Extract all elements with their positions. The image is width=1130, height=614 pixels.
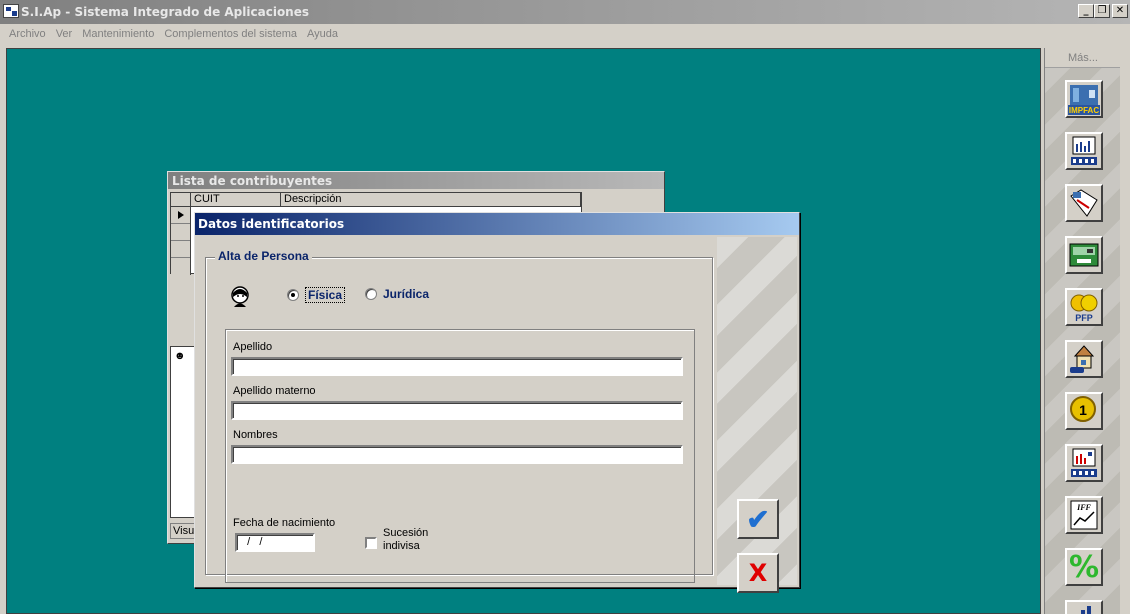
checkmark-icon: ✔ (746, 503, 770, 535)
window-controls: _ ❐ ✕ (1078, 4, 1128, 18)
row-indicator-current[interactable] (171, 207, 190, 224)
datos-identificatorios-dialog: Datos identificatorios Alta de Persona F… (194, 212, 800, 593)
row-indicator (171, 207, 191, 275)
app-title: S.I.Ap - Sistema Integrado de Aplicacion… (21, 5, 310, 19)
sucesion-indivisa-checkbox[interactable] (365, 537, 377, 549)
sucesion-label-1: Sucesión (383, 527, 429, 539)
minimize-button[interactable]: _ (1078, 4, 1094, 18)
svg-text:1: 1 (1079, 402, 1087, 418)
close-button[interactable]: ✕ (1112, 4, 1128, 18)
coin-icon: 1 (1067, 394, 1101, 428)
person-tree-icon: ☻ (174, 350, 186, 362)
cash-register-icon (1067, 238, 1101, 272)
row-indicator-3[interactable] (171, 241, 190, 258)
coin-button[interactable]: 1 (1065, 392, 1103, 430)
radio-fisica[interactable]: Física (287, 287, 346, 303)
pfp-label: PFP (1075, 313, 1093, 323)
grid-corner (171, 193, 191, 207)
fecha-nacimiento-input[interactable]: / / (235, 533, 315, 552)
row-indicator-2[interactable] (171, 224, 190, 241)
house-car-icon (1067, 342, 1101, 376)
impfac-label: IMPFAC (1069, 106, 1099, 115)
dialog-body: Alta de Persona Física Jurídica Apellido… (197, 237, 797, 593)
menu-archivo[interactable]: Archivo (4, 24, 51, 45)
apellido-input[interactable] (231, 357, 683, 376)
menu-mantenimiento[interactable]: Mantenimiento (77, 24, 159, 45)
app-icon (3, 4, 19, 18)
app-titlebar: S.I.Ap - Sistema Integrado de Aplicacion… (0, 0, 1130, 24)
toolbar-more-button[interactable]: Más... (1045, 48, 1120, 68)
apellido-materno-label: Apellido materno (233, 385, 316, 397)
menu-complementos[interactable]: Complementos del sistema (159, 24, 302, 45)
iff-chart-icon: IFF (1067, 498, 1101, 532)
percent-button[interactable]: % (1065, 548, 1103, 586)
impfac-button[interactable]: IMPFAC (1065, 80, 1103, 118)
column-descripcion[interactable]: Descripción (281, 193, 581, 207)
pfp-button[interactable]: PFP (1065, 288, 1103, 326)
nombres-input[interactable] (231, 445, 683, 464)
group-legend: Alta de Persona (215, 249, 312, 263)
dialog-titlebar: Datos identificatorios (195, 213, 799, 235)
impfac-icon: IMPFAC (1067, 82, 1101, 116)
bar-chart-icon (1067, 602, 1101, 614)
column-cuit[interactable]: CUIT (191, 193, 281, 207)
lista-titlebar: Lista de contribuyentes (168, 172, 664, 189)
radio-juridica-label: Jurídica (383, 287, 430, 301)
chart-people-icon (1067, 134, 1101, 168)
percent-icon: % (1068, 549, 1100, 585)
restore-button[interactable]: ❐ (1094, 4, 1110, 18)
house-car-button[interactable] (1065, 340, 1103, 378)
menu-ayuda[interactable]: Ayuda (302, 24, 343, 45)
chart-people-6-icon (1067, 446, 1101, 480)
menu-bar: Archivo Ver Mantenimiento Complementos d… (0, 24, 1130, 45)
radio-juridica-dot[interactable] (365, 288, 377, 300)
cross-icon: X (748, 559, 768, 587)
menu-ver[interactable]: Ver (51, 24, 78, 45)
chart-people-button[interactable] (1065, 132, 1103, 170)
pfp-icon: PFP (1067, 290, 1101, 324)
radio-fisica-dot[interactable] (287, 289, 299, 301)
apellido-materno-input[interactable] (231, 401, 683, 420)
cancel-button[interactable]: X (737, 553, 779, 593)
radio-juridica[interactable]: Jurídica (365, 287, 429, 301)
nombres-label: Nombres (233, 429, 278, 441)
sucesion-label-2: indivisa (383, 540, 420, 552)
bar-chart-button[interactable] (1065, 600, 1103, 614)
map-icon (1067, 186, 1101, 220)
ok-button[interactable]: ✔ (737, 499, 779, 539)
map-button[interactable] (1065, 184, 1103, 222)
chart-people-6-button[interactable] (1065, 444, 1103, 482)
iff-label: IFF (1076, 503, 1091, 512)
cash-register-button[interactable] (1065, 236, 1103, 274)
side-toolbar: Más... IMPFAC PFP 1 IFF % (1044, 48, 1120, 614)
grid-header: CUIT Descripción (171, 193, 581, 207)
iff-button[interactable]: IFF (1065, 496, 1103, 534)
person-icon (229, 285, 251, 309)
apellido-label: Apellido (233, 341, 273, 353)
radio-fisica-label: Física (305, 287, 346, 303)
fecha-nacimiento-label: Fecha de nacimiento (233, 517, 336, 529)
